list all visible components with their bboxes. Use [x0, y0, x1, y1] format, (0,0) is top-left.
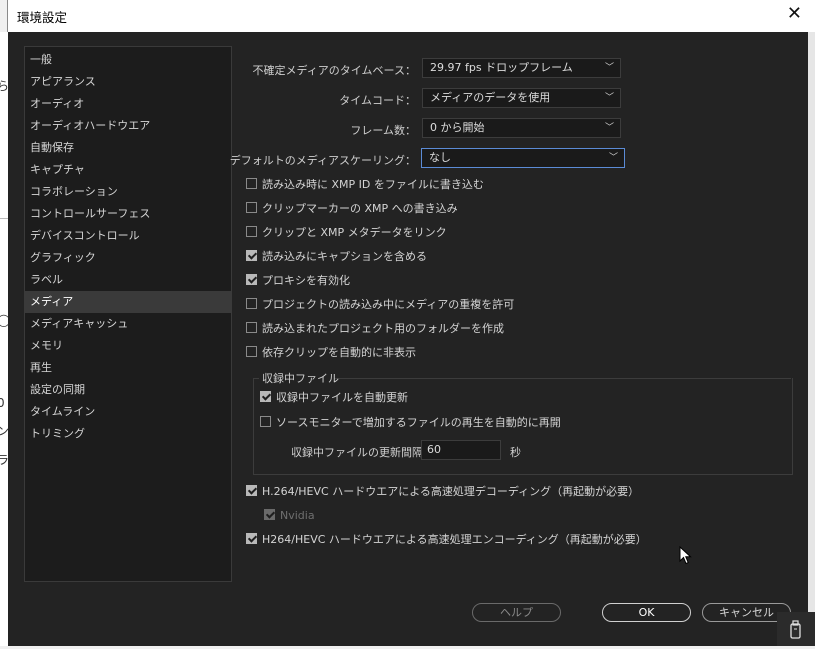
timecode-value: メディアのデータを使用	[430, 91, 551, 104]
refresh-interval-input[interactable]: 60	[421, 440, 501, 460]
dialog-right-edge	[807, 32, 815, 646]
sidebar-item-media-cache[interactable]: メディアキャッシュ	[25, 313, 231, 335]
group-border	[334, 378, 791, 379]
include-captions-checkbox-label: 読み込みにキャプションを含める	[262, 250, 427, 263]
frame-count-select[interactable]: 0 から開始 ﹀	[422, 118, 621, 138]
timebase-select[interactable]: 29.97 fps ドロップフレーム ﹀	[422, 58, 621, 78]
link-xmp-checkbox[interactable]	[246, 226, 257, 237]
chevron-down-icon: ﹀	[604, 93, 614, 103]
enable-proxies-checkbox[interactable]	[246, 274, 257, 285]
usb-drive-icon[interactable]	[777, 612, 815, 646]
timecode-label: タイムコード：	[339, 94, 416, 107]
nvidia-checkbox-label: Nvidia	[280, 509, 315, 522]
xmp-id-checkbox-label: 読み込み時に XMP ID をファイルに書き込む	[262, 178, 484, 191]
create-folder-checkbox[interactable]	[246, 322, 257, 333]
link-xmp-checkbox-label: クリップと XMP メタデータをリンク	[262, 226, 447, 239]
frame-count-value: 0 から開始	[430, 121, 485, 134]
timebase-label: 不確定メディアのタイムベース：	[252, 64, 416, 77]
sidebar-item-trim[interactable]: トリミング	[25, 423, 231, 445]
scaling-select[interactable]: なし ﹀	[421, 148, 625, 168]
hw-decoding-checkbox-label: H.264/HEVC ハードウエアによる高速処理デコーディング（再起動が必要）	[262, 485, 640, 498]
sidebar-item-audio[interactable]: オーディオ	[25, 93, 231, 115]
resume-playback-checkbox-label: ソースモニターで増加するファイルの再生を自動的に再開	[276, 416, 561, 429]
clip-marker-xmp-checkbox-label: クリップマーカーの XMP への書き込み	[262, 202, 458, 215]
auto-refresh-checkbox-label: 収録中ファイルを自動更新	[276, 391, 408, 404]
timecode-select[interactable]: メディアのデータを使用 ﹀	[422, 88, 621, 108]
window-title: 環境設定	[17, 10, 68, 25]
category-list: 一般 アピアランス オーディオ オーディオハードウエア 自動保存 キャプチャ コ…	[24, 46, 232, 582]
create-folder-checkbox-label: 読み込まれたプロジェクト用のフォルダーを作成	[262, 322, 504, 335]
refresh-interval-unit: 秒	[510, 446, 521, 459]
sidebar-item-playback[interactable]: 再生	[25, 357, 231, 379]
sidebar-item-media[interactable]: メディア	[25, 291, 231, 313]
growing-files-title: 収録中ファイル	[262, 372, 339, 385]
sidebar-item-graphics[interactable]: グラフィック	[25, 247, 231, 269]
sidebar-item-general[interactable]: 一般	[25, 49, 231, 71]
sidebar-item-labels[interactable]: ラベル	[25, 269, 231, 291]
include-captions-checkbox[interactable]	[246, 250, 257, 261]
background-window: ら ◯ 0 ン ラ	[0, 32, 10, 646]
sidebar-item-timeline[interactable]: タイムライン	[25, 401, 231, 423]
help-button[interactable]: ヘルプ	[472, 603, 561, 622]
frame-count-label: フレーム数：	[350, 124, 416, 137]
mouse-cursor-icon	[679, 546, 692, 565]
hw-decoding-checkbox[interactable]	[246, 485, 257, 496]
timebase-value: 29.97 fps ドロップフレーム	[430, 61, 573, 74]
ok-button[interactable]: OK	[602, 603, 691, 622]
group-border	[253, 378, 259, 379]
background-text-fragment: 0	[0, 396, 5, 410]
close-icon[interactable]: ✕	[787, 4, 802, 24]
sidebar-item-auto-save[interactable]: 自動保存	[25, 137, 231, 159]
chevron-down-icon: ﹀	[604, 63, 614, 73]
enable-proxies-checkbox-label: プロキシを有効化	[262, 274, 350, 287]
hide-dependent-clips-checkbox[interactable]	[246, 346, 257, 357]
sidebar-item-audio-hardware[interactable]: オーディオハードウエア	[25, 115, 231, 137]
sidebar-item-control-surface[interactable]: コントロールサーフェス	[25, 203, 231, 225]
refresh-interval-label: 収録中ファイルの更新間隔	[291, 446, 423, 459]
nvidia-checkbox	[264, 509, 275, 520]
resume-playback-checkbox[interactable]	[260, 416, 271, 427]
chevron-down-icon: ﹀	[604, 123, 614, 133]
hw-encoding-checkbox-label: H264/HEVC ハードウエアによる高速処理エンコーディング（再起動が必要）	[262, 533, 647, 546]
sidebar-item-capture[interactable]: キャプチャ	[25, 159, 231, 181]
scaling-value: なし	[429, 151, 451, 164]
title-bar: 環境設定 ✕	[7, 0, 815, 32]
allow-duplicate-media-checkbox[interactable]	[246, 298, 257, 309]
sidebar-item-device-control[interactable]: デバイスコントロール	[25, 225, 231, 247]
scaling-label: デフォルトのメディアスケーリング：	[229, 154, 416, 167]
sidebar-item-collaboration[interactable]: コラボレーション	[25, 181, 231, 203]
xmp-id-checkbox[interactable]	[246, 178, 257, 189]
hide-dependent-clips-checkbox-label: 依存クリップを自動的に非表示	[262, 346, 416, 359]
chevron-down-icon: ﹀	[608, 153, 618, 163]
background-divider	[0, 218, 8, 219]
sidebar-item-appearance[interactable]: アピアランス	[25, 71, 231, 93]
sidebar-item-memory[interactable]: メモリ	[25, 335, 231, 357]
taskbar-tray	[777, 612, 815, 646]
hw-encoding-checkbox[interactable]	[246, 533, 257, 544]
clip-marker-xmp-checkbox[interactable]	[246, 202, 257, 213]
allow-duplicate-media-checkbox-label: プロジェクトの読み込み中にメディアの重複を許可	[262, 298, 515, 311]
auto-refresh-checkbox[interactable]	[260, 391, 271, 402]
sidebar-item-sync-settings[interactable]: 設定の同期	[25, 379, 231, 401]
